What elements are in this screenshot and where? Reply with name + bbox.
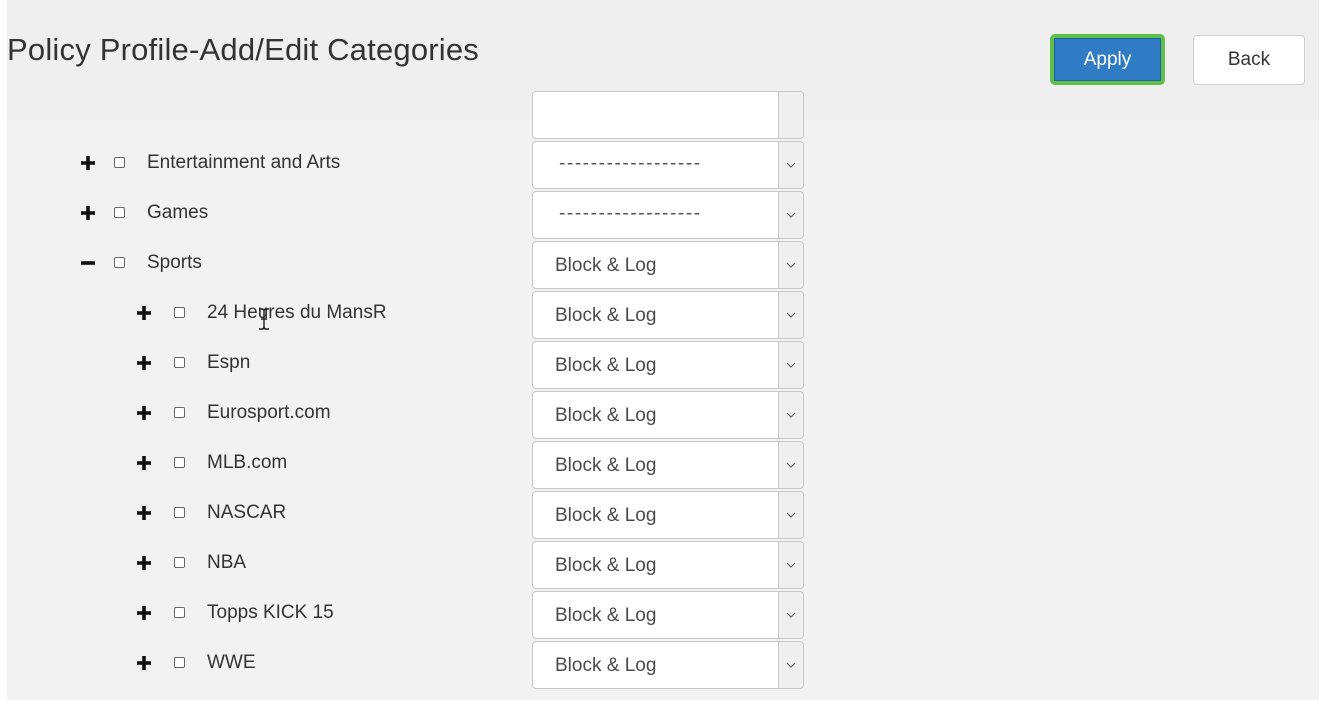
category-label: Sports [147, 252, 202, 273]
subcategory-label: NASCAR [207, 502, 287, 523]
subcategory-row-nascar: NASCAR Block & Log [7, 490, 1319, 540]
chevron-down-icon [778, 92, 803, 138]
chevron-down-icon [778, 392, 803, 438]
category-checkbox[interactable] [114, 157, 125, 168]
action-select[interactable]: ------------------ [532, 191, 804, 239]
category-label: Games [147, 202, 209, 223]
chevron-down-icon [778, 242, 803, 288]
minus-icon[interactable] [81, 256, 95, 270]
plus-icon[interactable] [137, 456, 151, 470]
category-checkbox[interactable] [114, 207, 125, 218]
plus-icon[interactable] [137, 606, 151, 620]
action-select[interactable]: Block & Log [532, 341, 804, 389]
subcategory-label: 24 Heures du MansR [207, 302, 387, 323]
subcategory-row-espn: Espn Block & Log [7, 340, 1319, 390]
action-select[interactable]: Block & Log [532, 591, 804, 639]
plus-icon[interactable] [81, 156, 95, 170]
back-button[interactable]: Back [1193, 35, 1305, 85]
chevron-down-icon [778, 342, 803, 388]
subcategory-checkbox[interactable] [174, 557, 185, 568]
subcategory-checkbox[interactable] [174, 507, 185, 518]
action-select-value: Block & Log [555, 605, 657, 626]
chevron-down-icon [778, 192, 803, 238]
action-select[interactable]: Block & Log [532, 391, 804, 439]
action-select[interactable]: ------------------ [532, 141, 804, 189]
plus-icon[interactable] [137, 406, 151, 420]
subcategory-row-topps-kick: Topps KICK 15 Block & Log [7, 590, 1319, 640]
action-select-value: Block & Log [555, 355, 657, 376]
chevron-down-icon [778, 592, 803, 638]
action-select[interactable]: Block & Log [532, 291, 804, 339]
action-select[interactable]: Block & Log [532, 241, 804, 289]
subcategory-checkbox[interactable] [174, 357, 185, 368]
list-item-partial [7, 90, 1319, 140]
action-select-value: ------------------ [559, 153, 702, 174]
plus-icon[interactable] [81, 206, 95, 220]
subcategory-row-eurosport: Eurosport.com Block & Log [7, 390, 1319, 440]
action-select[interactable]: Block & Log [532, 491, 804, 539]
action-select-value: Block & Log [555, 305, 657, 326]
action-select-value: Block & Log [555, 505, 657, 526]
subcategory-label: Eurosport.com [207, 402, 331, 423]
subcategory-checkbox[interactable] [174, 307, 185, 318]
chevron-down-icon [778, 492, 803, 538]
action-select-partial[interactable] [532, 91, 804, 139]
plus-icon[interactable] [137, 506, 151, 520]
subcategory-checkbox[interactable] [174, 407, 185, 418]
subcategory-label: Topps KICK 15 [207, 602, 334, 623]
subcategory-checkbox[interactable] [174, 607, 185, 618]
page-title: Policy Profile-Add/Edit Categories [7, 32, 480, 67]
category-label: Entertainment and Arts [147, 152, 341, 173]
plus-icon[interactable] [137, 656, 151, 670]
plus-icon[interactable] [137, 356, 151, 370]
plus-icon[interactable] [137, 556, 151, 570]
subcategory-row-mlb: MLB.com Block & Log [7, 440, 1319, 490]
chevron-down-icon [778, 642, 803, 688]
subcategory-checkbox[interactable] [174, 457, 185, 468]
action-select-value: Block & Log [555, 255, 657, 276]
action-select-value: Block & Log [555, 555, 657, 576]
category-row-sports: Sports Block & Log [7, 240, 1319, 290]
action-select[interactable]: Block & Log [532, 441, 804, 489]
subcategory-label: MLB.com [207, 452, 288, 473]
subcategory-row-nba: NBA Block & Log [7, 540, 1319, 590]
policy-profile-window: Policy Profile-Add/Edit Categories Apply… [7, 0, 1319, 700]
chevron-down-icon [778, 142, 803, 188]
action-select-value: Block & Log [555, 405, 657, 426]
plus-icon[interactable] [137, 306, 151, 320]
action-select[interactable]: Block & Log [532, 541, 804, 589]
subcategory-label: Espn [207, 352, 251, 373]
action-select[interactable]: Block & Log [532, 641, 804, 689]
subcategory-row-wwe: WWE Block & Log [7, 640, 1319, 690]
category-list: Entertainment and Arts -----------------… [7, 91, 1319, 700]
subcategory-row-24-heures-du-mans: 24 Heures du MansR Block & Log [7, 290, 1319, 340]
text-cursor-icon [257, 308, 271, 330]
chevron-down-icon [778, 542, 803, 588]
subcategory-label: WWE [207, 652, 256, 673]
subcategory-label: NBA [207, 552, 247, 573]
category-row-entertainment-and-arts: Entertainment and Arts -----------------… [7, 140, 1319, 190]
chevron-down-icon [778, 442, 803, 488]
chevron-down-icon [778, 292, 803, 338]
subcategory-checkbox[interactable] [174, 657, 185, 668]
category-checkbox[interactable] [114, 257, 125, 268]
category-row-games: Games ------------------ [7, 190, 1319, 240]
action-select-value: Block & Log [555, 655, 657, 676]
apply-button[interactable]: Apply [1050, 34, 1165, 85]
action-select-value: ------------------ [559, 203, 702, 224]
action-select-value: Block & Log [555, 455, 657, 476]
